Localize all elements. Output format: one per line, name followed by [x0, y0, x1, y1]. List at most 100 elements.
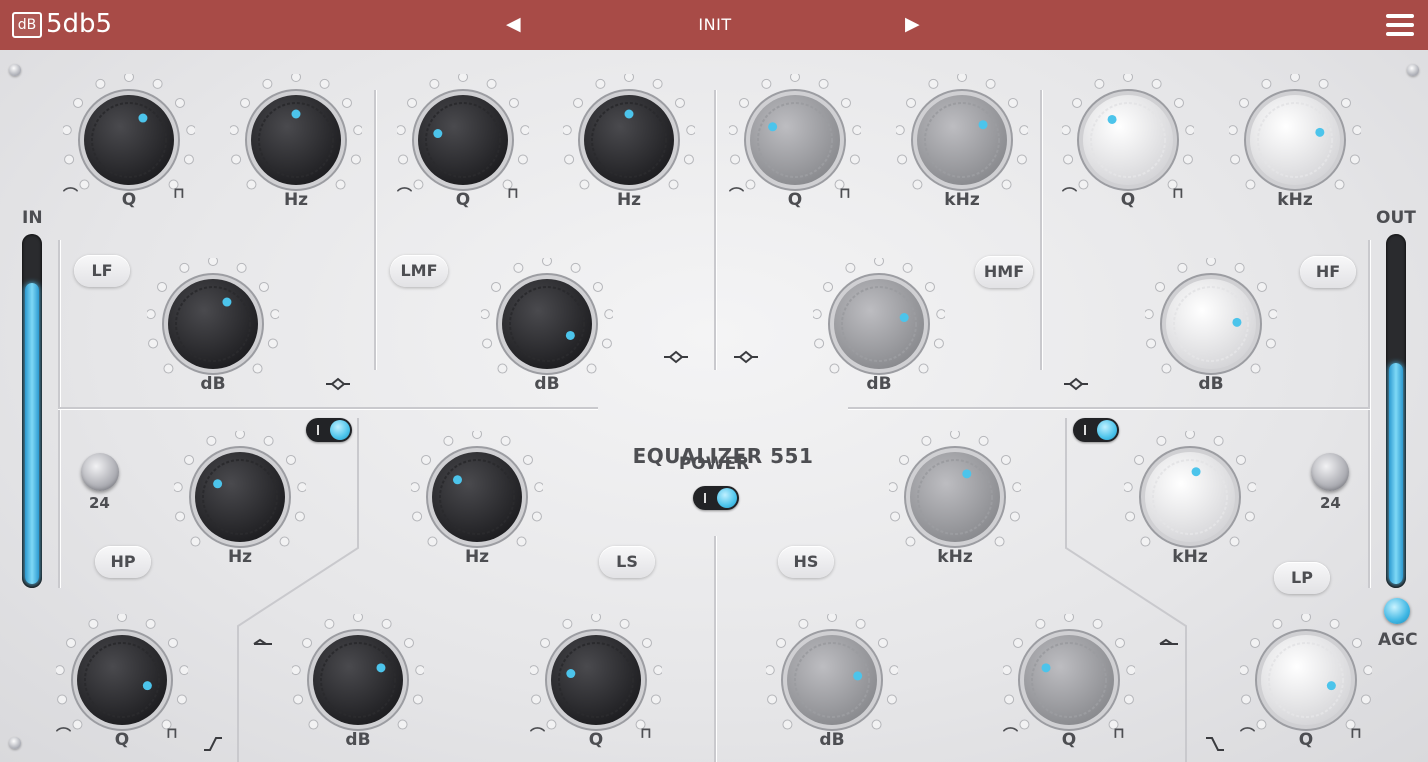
wide-q-icon: ⊓ [640, 724, 652, 742]
knob-scale-tick [1363, 665, 1374, 676]
knob-scale-tick [64, 154, 75, 165]
ls-freq-knob[interactable]: Hz [409, 429, 545, 591]
knob-indicator [768, 122, 778, 132]
knob-scale-tick [1177, 262, 1188, 273]
hs-gain-knob[interactable]: dB [764, 612, 900, 762]
hf-band-button[interactable]: HF [1300, 256, 1356, 288]
lmf-q-knob[interactable]: Q ⌒ ⊓ [395, 72, 531, 234]
logo-mark: dB [12, 12, 42, 38]
hmf-freq-knob[interactable]: kHz [894, 72, 1030, 234]
hf-gain-knob[interactable]: dB [1143, 256, 1279, 418]
menu-icon[interactable] [1386, 14, 1414, 36]
knob-indicator [142, 681, 152, 691]
knob-scale-tick [674, 97, 685, 108]
knob-indicator [853, 671, 863, 681]
lf-gain-knob[interactable]: dB [145, 256, 281, 418]
knob-scale-tick [886, 694, 897, 705]
knob-cap [168, 279, 258, 369]
lf-gain-knob-graphic [145, 256, 281, 375]
knob-scale-tick [604, 309, 615, 320]
ls-band-button[interactable]: LS [599, 546, 655, 578]
input-meter-level [25, 282, 39, 584]
knob-scale-tick [517, 154, 528, 165]
lmf-freq-knob[interactable]: Hz [561, 72, 697, 234]
hs-freq-knob[interactable]: kHz [887, 429, 1023, 591]
hmf-gain-knob-graphic [811, 256, 947, 375]
knob-scale-tick [906, 97, 917, 108]
power-toggle[interactable] [693, 486, 739, 510]
knob-indicator [1232, 317, 1242, 327]
divider [1368, 240, 1370, 588]
ls-gain-knob[interactable]: dB [290, 612, 426, 762]
lp-freq-knob[interactable]: kHz [1122, 429, 1258, 591]
knob-cap [1250, 95, 1340, 185]
lmf-gain-knob[interactable]: dB [479, 256, 615, 418]
hp-band-button[interactable]: HP [95, 546, 151, 578]
lp-enable-toggle[interactable] [1073, 418, 1119, 442]
knob-cap [1083, 95, 1173, 185]
hs-q-label: Q [1061, 730, 1077, 750]
knob-scale-tick [531, 694, 542, 705]
knob-scale-tick [285, 454, 296, 465]
knob-scale-tick [1126, 665, 1137, 676]
knob-cap [584, 95, 674, 185]
input-meter-label: IN [22, 208, 43, 228]
knob-scale-tick [1078, 179, 1089, 190]
lp-slope-button[interactable] [1311, 453, 1349, 491]
knob-scale-tick [1340, 97, 1351, 108]
knob-scale-tick [1239, 97, 1250, 108]
hmf-gain-knob[interactable]: dB [811, 256, 947, 418]
lf-band-button[interactable]: LF [74, 255, 130, 287]
knob-scale-tick [683, 154, 694, 165]
agc-button[interactable] [1384, 598, 1410, 624]
knob-indicator [138, 113, 148, 123]
knob-scale-tick [1250, 637, 1261, 648]
hmf-band-button[interactable]: HMF [975, 256, 1033, 288]
knob-scale-tick [267, 338, 278, 349]
knob-cap [77, 635, 167, 725]
hp-freq-knob-graphic [172, 429, 308, 548]
brand-name: 5db5 [46, 9, 113, 39]
knob-scale-tick [124, 72, 134, 82]
next-preset-button[interactable]: ▶ [905, 13, 920, 35]
eq-panel: IN OUT AGC EQUALIZER 551 POWER LF LMF HM… [0, 50, 1428, 762]
knob-scale-tick [852, 125, 863, 136]
wide-q-icon: ⊓ [839, 184, 851, 202]
lf-q-knob[interactable]: Q ⌒ ⊓ [61, 72, 197, 234]
hp-enable-toggle[interactable] [306, 418, 352, 442]
hf-q-knob[interactable]: Q ⌒ ⊓ [1060, 72, 1196, 234]
hs-band-button[interactable]: HS [778, 546, 834, 578]
ls-q-knob[interactable]: Q ⌒ ⊓ [528, 612, 664, 762]
knob-cap [418, 95, 508, 185]
knob-scale-tick [458, 72, 468, 82]
lf-freq-knob[interactable]: Hz [228, 72, 364, 234]
knob-scale-tick [145, 309, 156, 320]
hs-q-knob[interactable]: Q ⌒ ⊓ [1001, 612, 1137, 762]
knob-scale-tick [985, 78, 996, 89]
knob-scale-tick [443, 435, 454, 446]
knob-scale-tick [1206, 256, 1216, 266]
knob-scale-tick [811, 309, 822, 320]
hmf-gain-label: dB [866, 374, 892, 394]
knob-scale-tick [1016, 154, 1027, 165]
hmf-q-knob[interactable]: Q ⌒ ⊓ [727, 72, 863, 234]
hf-freq-knob[interactable]: kHz [1227, 72, 1363, 234]
knob-indicator [1041, 663, 1051, 673]
preset-name[interactable]: INIT [664, 15, 766, 34]
knob-scale-tick [1140, 536, 1151, 547]
lp-band-button[interactable]: LP [1274, 562, 1330, 594]
knob-scale-tick [978, 435, 989, 446]
knob-scale-tick [1272, 618, 1283, 629]
knob-scale-tick [561, 125, 572, 136]
knob-cap [750, 95, 840, 185]
previous-preset-button[interactable]: ◀ [506, 13, 521, 35]
hp-slope-button[interactable] [81, 453, 119, 491]
lmf-band-button[interactable]: LMF [390, 255, 448, 287]
lp-q-knob[interactable]: Q ⌒ ⊓ [1238, 612, 1374, 762]
knob-scale-tick [208, 256, 218, 266]
knob-scale-tick [652, 78, 663, 89]
hp-freq-knob[interactable]: Hz [172, 429, 308, 591]
knob-scale-tick [1229, 536, 1240, 547]
input-meter [22, 234, 42, 588]
hp-q-knob[interactable]: Q ⌒ ⊓ [54, 612, 190, 762]
